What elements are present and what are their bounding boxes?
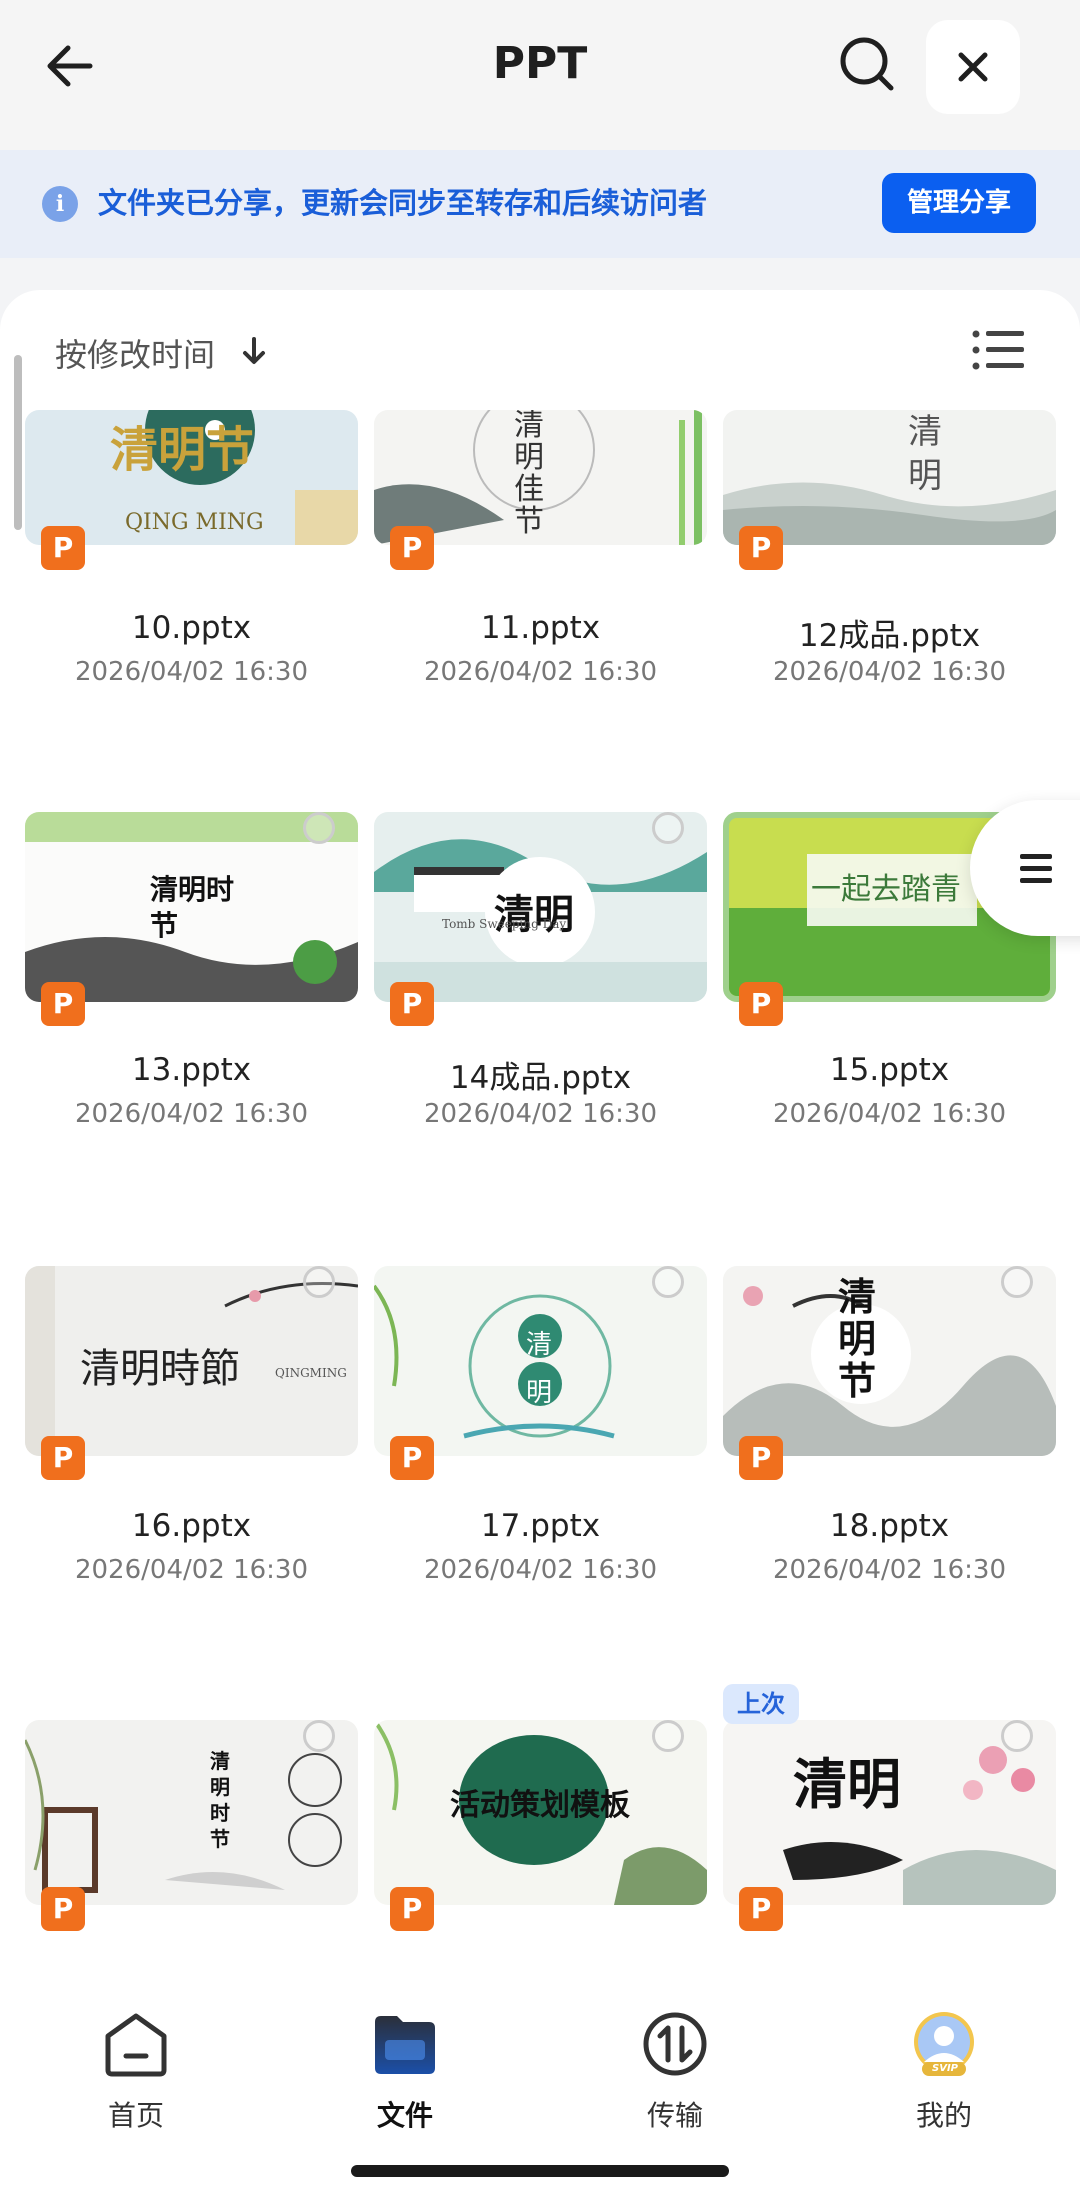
home-icon: [105, 2013, 167, 2077]
pptx-file-icon: P: [390, 1436, 434, 1480]
file-card[interactable]: 清明 P 12成品.pptx 2026/04/02 16:30: [723, 410, 1056, 700]
app-screen: PPT i 文件夹已分享，更新会同步至转存和后续访问者 管理分享 按修改时间 清…: [0, 0, 1080, 2195]
select-checkbox[interactable]: [652, 812, 684, 844]
pptx-file-icon: P: [390, 526, 434, 570]
file-thumbnail: 清明节 QING MING: [25, 410, 358, 545]
file-thumbnail: 清明佳节: [374, 410, 707, 545]
select-checkbox[interactable]: [652, 1720, 684, 1752]
file-date: 2026/04/02 16:30: [423, 1555, 658, 1585]
menu-icon: [1020, 854, 1052, 883]
close-button[interactable]: [926, 20, 1020, 114]
nav-profile[interactable]: SVIP 我的: [874, 2010, 1014, 2140]
file-card[interactable]: 清明时节 P 13.pptx 2026/04/02 16:30: [25, 812, 358, 1142]
pptx-file-icon: P: [41, 1887, 85, 1931]
select-checkbox[interactable]: [1001, 1720, 1033, 1752]
select-checkbox[interactable]: [652, 1266, 684, 1298]
home-indicator[interactable]: [351, 2165, 729, 2177]
folder-icon: [375, 2016, 435, 2074]
file-name: 10.pptx: [131, 610, 252, 646]
svip-badge: SVIP: [932, 2063, 958, 2074]
file-name: 17.pptx: [480, 1508, 601, 1544]
manage-share-button[interactable]: 管理分享: [882, 173, 1036, 233]
select-checkbox[interactable]: [1001, 1266, 1033, 1298]
scrollbar[interactable]: [14, 355, 22, 530]
list-view-toggle[interactable]: [970, 328, 1026, 372]
file-date: 2026/04/02 16:30: [74, 1555, 309, 1585]
last-opened-badge: 上次: [723, 1684, 799, 1724]
sort-down-arrow-icon[interactable]: [240, 335, 268, 367]
sort-selector[interactable]: 按修改时间: [55, 330, 215, 376]
nav-files[interactable]: 文件: [335, 2010, 475, 2140]
file-card[interactable]: 清明节 P 18.pptx 2026/04/02 16:30: [723, 1266, 1056, 1596]
file-date: 2026/04/02 16:30: [423, 1099, 658, 1129]
file-name: 16.pptx: [131, 1508, 252, 1544]
file-date: 2026/04/02 16:30: [772, 1555, 1007, 1585]
pptx-file-icon: P: [739, 1436, 783, 1480]
nav-home[interactable]: 首页: [66, 2010, 206, 2140]
file-card[interactable]: 清明時節 QINGMING P 16.pptx 2026/04/02 16:30: [25, 1266, 358, 1596]
search-icon: [840, 37, 894, 91]
file-card[interactable]: 活动策划模板 P: [374, 1720, 707, 1960]
transfer-icon: [643, 2012, 707, 2076]
close-icon: [958, 52, 988, 82]
pptx-file-icon: P: [739, 526, 783, 570]
thumbnail-art: [723, 482, 1056, 545]
page-title: PPT: [492, 38, 588, 89]
file-name: 12成品.pptx: [798, 618, 981, 654]
select-checkbox[interactable]: [303, 1720, 335, 1752]
file-date: 2026/04/02 16:30: [74, 657, 309, 687]
share-notice-text: 文件夹已分享，更新会同步至转存和后续访问者: [98, 186, 708, 220]
file-thumbnail: 清明: [723, 410, 1056, 545]
list-icon: [972, 330, 1024, 370]
select-checkbox[interactable]: [303, 1266, 335, 1298]
file-card[interactable]: 清明 Tomb Sweeping Day P 14成品.pptx 2026/04…: [374, 812, 707, 1142]
file-card[interactable]: 清明 上次 P: [723, 1684, 1056, 1960]
top-bar: PPT: [0, 0, 1080, 150]
nav-transfer-label: 传输: [646, 2099, 703, 2132]
file-name: 15.pptx: [829, 1052, 950, 1088]
search-button[interactable]: [835, 32, 899, 96]
file-date: 2026/04/02 16:30: [423, 657, 658, 687]
select-checkbox[interactable]: [303, 812, 335, 844]
file-name: 11.pptx: [480, 610, 601, 646]
file-name: 14成品.pptx: [449, 1060, 632, 1096]
file-date: 2026/04/02 16:30: [772, 657, 1007, 687]
share-notice-banner: i 文件夹已分享，更新会同步至转存和后续访问者 管理分享: [0, 150, 1080, 258]
file-card[interactable]: 清明 P 17.pptx 2026/04/02 16:30: [374, 1266, 707, 1596]
pptx-file-icon: P: [739, 1887, 783, 1931]
file-name: 13.pptx: [131, 1052, 252, 1088]
pptx-file-icon: P: [739, 982, 783, 1026]
pptx-file-icon: P: [41, 526, 85, 570]
nav-profile-label: 我的: [915, 2099, 972, 2132]
file-card[interactable]: 清明佳节 P 11.pptx 2026/04/02 16:30: [374, 410, 707, 700]
nav-transfer[interactable]: 传输: [605, 2010, 745, 2140]
file-card[interactable]: 清明时节 P: [25, 1720, 358, 1960]
file-name: 18.pptx: [829, 1508, 950, 1544]
pptx-file-icon: P: [41, 1436, 85, 1480]
pptx-file-icon: P: [390, 982, 434, 1026]
bottom-navigation: 首页 文件 传输 SVIP 我的: [0, 1970, 1080, 2195]
file-date: 2026/04/02 16:30: [772, 1099, 1007, 1129]
file-card[interactable]: 清明节 QING MING P 10.pptx 2026/04/02 16:30: [25, 410, 358, 700]
file-date: 2026/04/02 16:30: [74, 1099, 309, 1129]
pptx-file-icon: P: [390, 1887, 434, 1931]
nav-files-label: 文件: [376, 2099, 433, 2132]
nav-home-label: 首页: [107, 2099, 164, 2132]
info-icon: i: [42, 186, 78, 222]
pptx-file-icon: P: [41, 982, 85, 1026]
